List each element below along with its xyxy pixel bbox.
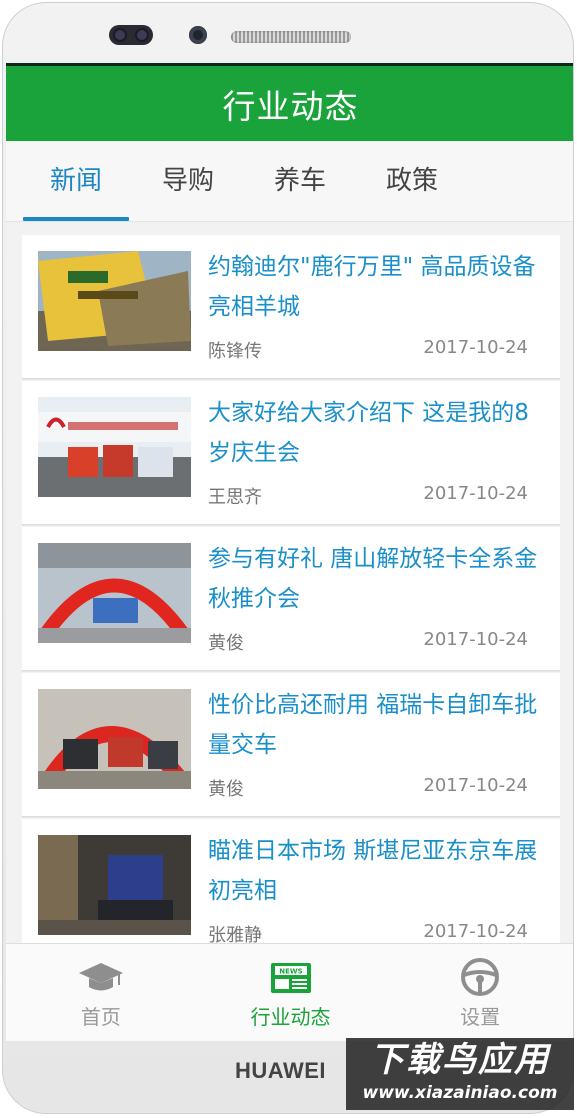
list-item[interactable]: 约翰迪尔"鹿行万里" 高品质设备亮相羊城 陈锋传 2017-10-24	[22, 235, 560, 379]
list-item[interactable]: 性价比高还耐用 福瑞卡自卸车批量交车 黄俊 2017-10-24	[22, 673, 560, 817]
watermark-url: www.xiazainiao.com	[362, 1083, 558, 1103]
news-list: 约翰迪尔"鹿行万里" 高品质设备亮相羊城 陈锋传 2017-10-24 大家好给…	[22, 235, 560, 965]
tab-car-maintenance[interactable]: 养车	[244, 141, 356, 221]
news-title[interactable]: 大家好给大家介绍下 这是我的8岁庆生会	[208, 393, 548, 473]
bottom-navigation: 首页 NEWS 行业动态 设置	[6, 943, 573, 1041]
device-brand-logo: HUAWEI	[235, 1058, 326, 1083]
news-date: 2017-10-24	[423, 337, 528, 358]
steering-wheel-icon	[461, 957, 500, 996]
news-date: 2017-10-24	[423, 921, 528, 942]
news-thumbnail	[38, 251, 191, 351]
nav-home-label: 首页	[80, 1004, 121, 1029]
nav-settings[interactable]: 设置	[385, 944, 573, 1041]
nav-home[interactable]: 首页	[6, 944, 196, 1041]
watermark-title: 下载鸟应用	[370, 1040, 550, 1080]
news-thumbnail	[38, 689, 191, 789]
newspaper-icon: NEWS	[270, 962, 311, 993]
app-header: 行业动态	[6, 63, 573, 141]
tab-news[interactable]: 新闻	[20, 141, 132, 221]
news-author: 黄俊	[208, 633, 244, 654]
news-author: 陈锋传	[208, 341, 262, 362]
nav-industry-news-label: 行业动态	[250, 1004, 331, 1029]
news-author: 王思齐	[208, 487, 262, 508]
phone-frame: 行业动态 新闻 导购 养车 政策 约翰迪尔"鹿行万里" 高品质设备亮相羊城 陈锋…	[2, 2, 574, 1114]
news-author: 黄俊	[208, 779, 244, 800]
news-title[interactable]: 瞄准日本市场 斯堪尼亚东京车展初亮相	[208, 831, 548, 911]
graduation-cap-icon	[78, 962, 123, 990]
site-watermark: 下载鸟应用 www.xiazainiao.com	[346, 1038, 574, 1110]
news-title[interactable]: 性价比高还耐用 福瑞卡自卸车批量交车	[208, 685, 548, 765]
list-item[interactable]: 大家好给大家介绍下 这是我的8岁庆生会 王思齐 2017-10-24	[22, 381, 560, 525]
news-thumbnail	[38, 543, 191, 643]
front-camera-icon	[189, 26, 207, 44]
app-screen: 行业动态 新闻 导购 养车 政策 约翰迪尔"鹿行万里" 高品质设备亮相羊城 陈锋…	[6, 63, 573, 1041]
svg-text:NEWS: NEWS	[279, 967, 302, 975]
dual-camera-icon	[109, 25, 153, 45]
category-tabs: 新闻 导购 养车 政策	[6, 141, 573, 222]
news-title[interactable]: 约翰迪尔"鹿行万里" 高品质设备亮相羊城	[208, 247, 548, 327]
news-thumbnail	[38, 835, 191, 935]
tab-shopping-guide[interactable]: 导购	[132, 141, 244, 221]
tab-policy[interactable]: 政策	[356, 141, 468, 221]
news-date: 2017-10-24	[423, 629, 528, 650]
news-thumbnail	[38, 397, 191, 497]
news-date: 2017-10-24	[423, 775, 528, 796]
earpiece-speaker	[231, 31, 351, 43]
nav-industry-news[interactable]: NEWS 行业动态	[196, 944, 386, 1041]
list-item[interactable]: 参与有好礼 唐山解放轻卡全系金秋推介会 黄俊 2017-10-24	[22, 527, 560, 671]
page-title: 行业动态	[222, 86, 359, 126]
nav-settings-label: 设置	[460, 1004, 501, 1029]
news-title[interactable]: 参与有好礼 唐山解放轻卡全系金秋推介会	[208, 539, 548, 619]
news-date: 2017-10-24	[423, 483, 528, 504]
list-item[interactable]: 瞄准日本市场 斯堪尼亚东京车展初亮相 张雅静 2017-10-24	[22, 819, 560, 963]
